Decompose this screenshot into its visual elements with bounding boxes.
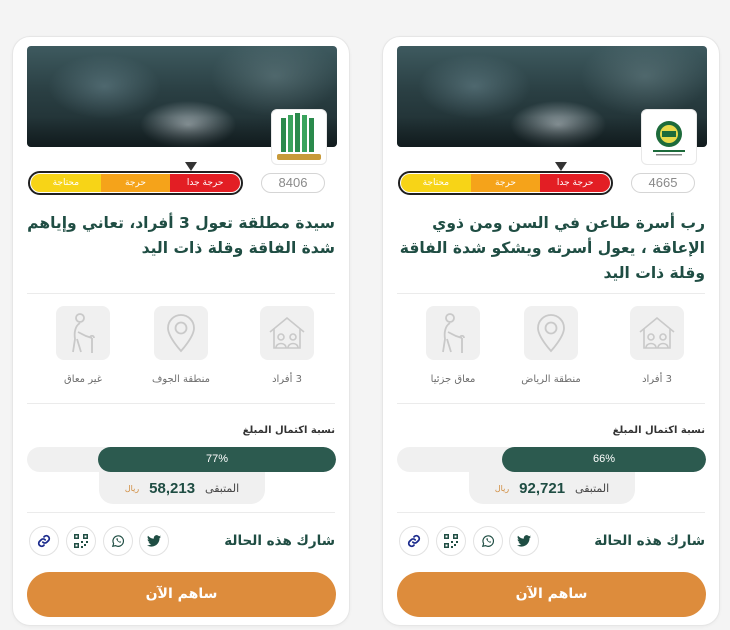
elderly-cane-icon [426, 306, 480, 360]
whatsapp-icon [111, 535, 125, 548]
currency-label: ريال [124, 483, 140, 493]
completion-percent: 77% [206, 453, 229, 465]
elderly-cane-icon [56, 306, 110, 360]
house-family-icon [630, 306, 684, 360]
share-qr-button[interactable] [436, 526, 466, 556]
feature-disability: معاق جزئيا [413, 306, 493, 385]
feature-label: منطقة الجوف [152, 374, 210, 385]
share-qr-button[interactable] [66, 526, 96, 556]
remaining-amount-box: المتبقى 92,721 ريال [469, 472, 635, 504]
feature-label: منطقة الرياض [521, 374, 581, 385]
need-level-critical: حرجة جدا [170, 174, 240, 192]
need-level-pointer [555, 162, 567, 171]
donate-button[interactable]: ساهم الآن [397, 572, 706, 617]
charity-logo [641, 109, 697, 165]
remaining-value: 58,213 [149, 479, 196, 497]
feature-label: 3 أفراد [272, 374, 302, 385]
case-card[interactable]: حرجة جدا حرجة محتاجة 4665 رب أسرة طاعن ف… [382, 36, 720, 626]
completion-percent: 66% [593, 453, 616, 465]
need-level-bar: حرجة جدا حرجة محتاجة [398, 171, 613, 195]
feature-label: غير معاق [64, 374, 102, 385]
completion-progress-bar: 66% [397, 447, 706, 472]
currency-label: ريال [494, 483, 510, 493]
need-level-needy: محتاجة [30, 174, 101, 192]
share-twitter-button[interactable] [139, 526, 169, 556]
remaining-label: المتبقى [575, 481, 610, 495]
link-icon [407, 534, 421, 548]
qr-code-icon [74, 534, 88, 548]
share-whatsapp-button[interactable] [473, 526, 503, 556]
need-level-pointer [185, 162, 197, 171]
link-icon [37, 534, 51, 548]
share-whatsapp-button[interactable] [103, 526, 133, 556]
share-twitter-button[interactable] [509, 526, 539, 556]
case-count: 4665 [631, 173, 695, 193]
feature-label: معاق جزئيا [430, 374, 476, 385]
remaining-amount-box: المتبقى 58,213 ريال [99, 472, 265, 504]
feature-region: منطقة الرياض [511, 306, 591, 385]
house-family-icon [260, 306, 314, 360]
divider [397, 512, 705, 513]
divider [27, 403, 335, 404]
case-count: 8406 [261, 173, 325, 193]
case-title[interactable]: رب أسرة طاعن في السن ومن ذوي الإعاقة ، ي… [397, 211, 705, 286]
qr-code-icon [444, 534, 458, 548]
case-title[interactable]: سيدة مطلقة تعول 3 أفراد، تعاني وإياهم شد… [27, 211, 335, 261]
need-level-bar: حرجة جدا حرجة محتاجة [28, 171, 243, 195]
divider [397, 403, 705, 404]
feature-disability: غير معاق [43, 306, 123, 385]
charity-logo [271, 109, 327, 165]
need-level-needy: محتاجة [400, 174, 471, 192]
feature-family-size: 3 أفراد [247, 306, 327, 385]
completion-label: نسبة اكتمال المبلغ [612, 425, 705, 436]
divider [397, 293, 705, 294]
remaining-value: 92,721 [519, 479, 566, 497]
feature-family-size: 3 أفراد [617, 306, 697, 385]
case-card[interactable]: حرجة جدا حرجة محتاجة 8406 سيدة مطلقة تعو… [12, 36, 350, 626]
divider [27, 293, 335, 294]
location-pin-icon [154, 306, 208, 360]
need-level-urgent: حرجة [470, 174, 541, 192]
divider [27, 512, 335, 513]
need-level-critical: حرجة جدا [540, 174, 610, 192]
share-title: شارك هذه الحالة [224, 533, 335, 549]
share-title: شارك هذه الحالة [594, 533, 705, 549]
location-pin-icon [524, 306, 578, 360]
donate-button[interactable]: ساهم الآن [27, 572, 336, 617]
completion-label: نسبة اكتمال المبلغ [242, 425, 335, 436]
remaining-label: المتبقى [205, 481, 240, 495]
share-link-button[interactable] [29, 526, 59, 556]
feature-label: 3 أفراد [642, 374, 672, 385]
feature-region: منطقة الجوف [141, 306, 221, 385]
completion-progress-bar: 77% [27, 447, 336, 472]
twitter-icon [517, 535, 531, 547]
need-level-urgent: حرجة [100, 174, 171, 192]
twitter-icon [147, 535, 161, 547]
share-link-button[interactable] [399, 526, 429, 556]
whatsapp-icon [481, 535, 495, 548]
